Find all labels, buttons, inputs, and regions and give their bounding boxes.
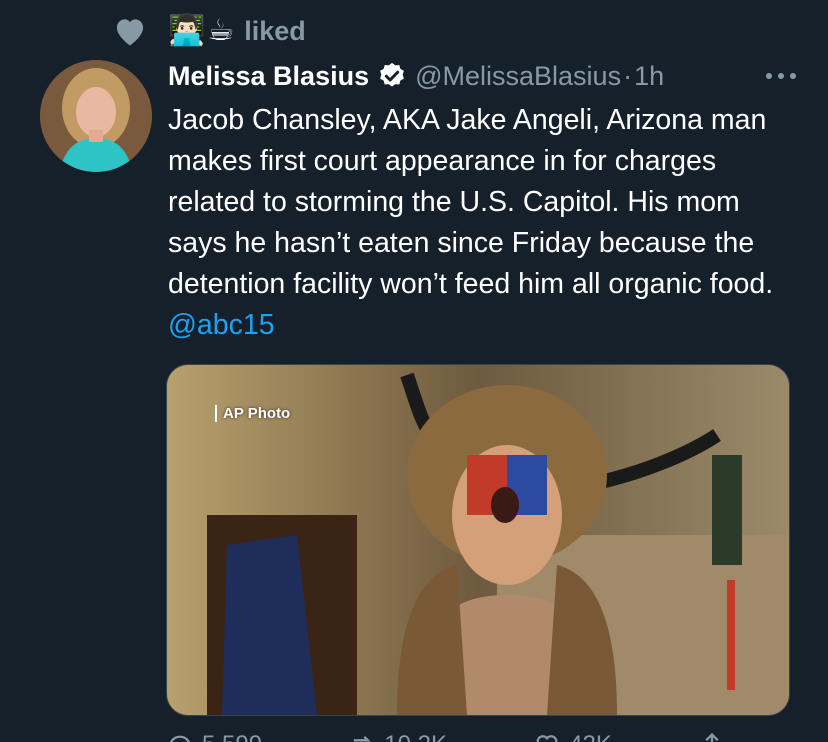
header-separator: · bbox=[623, 60, 633, 91]
retweet-icon bbox=[354, 736, 371, 742]
share-icon bbox=[705, 732, 719, 742]
like-icon bbox=[536, 735, 558, 742]
reply-count: 5,599 bbox=[202, 731, 262, 742]
mention-link[interactable]: @abc15 bbox=[168, 309, 275, 341]
share-button[interactable] bbox=[698, 730, 726, 742]
like-count: 42K bbox=[569, 731, 612, 742]
retweet-count: 10.2K bbox=[384, 731, 447, 742]
heart-icon bbox=[112, 15, 148, 47]
retweet-button[interactable]: 10.2K bbox=[348, 730, 447, 742]
tweet-photo[interactable]: AP Photo bbox=[166, 364, 790, 716]
reply-icon bbox=[170, 735, 190, 742]
more-icon[interactable] bbox=[764, 66, 798, 86]
author-handle[interactable]: @MelissaBlasius bbox=[415, 61, 621, 92]
context-emoji: 👨🏻‍💻☕ bbox=[168, 14, 237, 47]
verified-badge-icon bbox=[377, 61, 407, 91]
reply-button[interactable]: 5,599 bbox=[166, 730, 262, 742]
photo-credit: AP Photo bbox=[215, 405, 290, 422]
context-text: liked bbox=[244, 15, 306, 46]
tweet-time[interactable]: 1h bbox=[634, 61, 664, 92]
author-name[interactable]: Melissa Blasius bbox=[168, 61, 369, 92]
tweet-actions: 5,599 10.2K 42K bbox=[166, 730, 726, 742]
tweet-text-content: Jacob Chansley, AKA Jake Angeli, Arizona… bbox=[168, 104, 774, 300]
tweet-text: Jacob Chansley, AKA Jake Angeli, Arizona… bbox=[168, 100, 788, 346]
tweet-header: Melissa Blasius @MelissaBlasius · 1h bbox=[168, 56, 808, 96]
tweet[interactable]: 👨🏻‍💻☕ liked Melissa Blasius @MelissaBlas… bbox=[0, 0, 828, 742]
social-context: 👨🏻‍💻☕ liked bbox=[112, 12, 306, 50]
like-button[interactable]: 42K bbox=[533, 730, 612, 742]
avatar[interactable] bbox=[40, 60, 152, 172]
